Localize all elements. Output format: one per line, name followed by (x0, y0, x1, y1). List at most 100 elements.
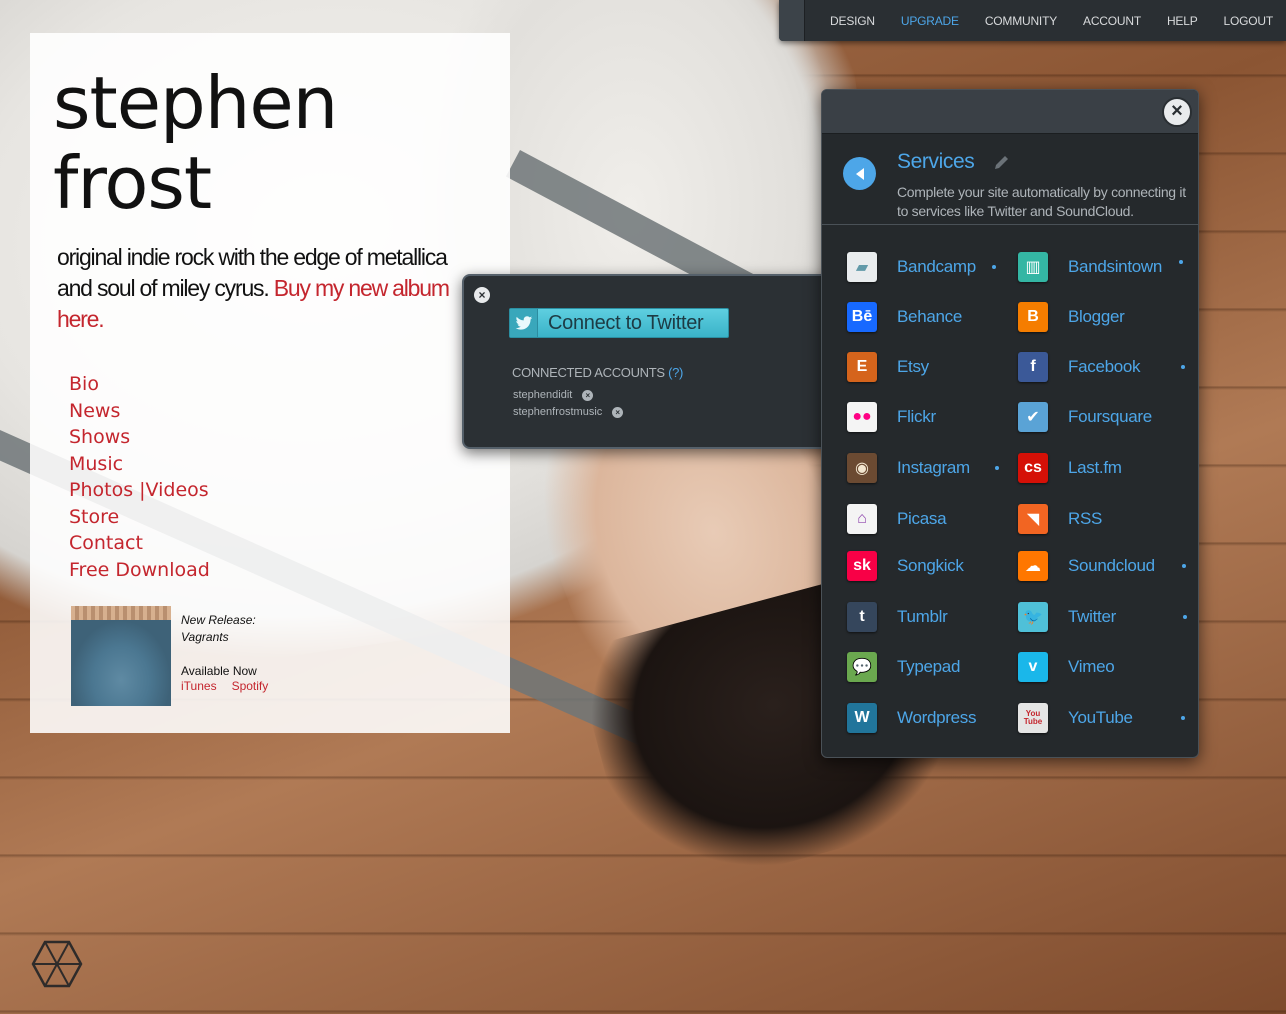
service-flickr[interactable]: ●● Flickr (847, 402, 936, 432)
service-soundcloud[interactable]: ☁ Soundcloud (1018, 551, 1155, 581)
artist-name: stephen frost (53, 61, 338, 225)
service-tumblr[interactable]: t Tumblr (847, 602, 948, 632)
blogger-icon: B (1018, 302, 1048, 332)
connected-indicator (1182, 564, 1186, 568)
service-bandcamp[interactable]: ▰ Bandcamp (847, 252, 976, 282)
site-nav-music[interactable]: Music (69, 451, 210, 478)
nav-upgrade[interactable]: UPGRADE (901, 14, 959, 28)
services-panel-header[interactable] (822, 90, 1198, 134)
service-wordpress[interactable]: W Wordpress (847, 703, 976, 733)
service-bandsintown[interactable]: ▥ Bandsintown (1018, 252, 1162, 282)
service-name: Bandsintown (1068, 257, 1163, 276)
connected-indicator (1181, 365, 1185, 369)
new-release-label: New Release: (181, 613, 256, 627)
service-etsy[interactable]: E Etsy (847, 352, 929, 382)
twitter-connect-popup: × Connect to Twitter CONNECTED ACCOUNTS … (462, 274, 834, 449)
tumblr-icon: t (847, 602, 877, 632)
artist-tagline: original indie rock with the edge of met… (57, 242, 467, 335)
twitter-icon: 🐦 (1018, 602, 1048, 632)
bandcamp-icon: ▰ (847, 252, 877, 282)
service-typepad[interactable]: 💬 Typepad (847, 652, 960, 682)
site-nav-bio[interactable]: Bio (69, 371, 210, 398)
site-nav-store[interactable]: Store (69, 504, 210, 531)
service-name: Twitter (1068, 607, 1116, 626)
connected-indicator (1183, 615, 1187, 619)
service-blogger[interactable]: B Blogger (1018, 302, 1125, 332)
nav-account[interactable]: ACCOUNT (1083, 14, 1141, 28)
service-rss[interactable]: ◥ RSS (1018, 504, 1102, 534)
connected-indicator (995, 466, 999, 470)
instagram-icon: ◉ (847, 453, 877, 483)
lastfm-icon: cs (1018, 453, 1048, 483)
etsy-icon: E (847, 352, 877, 382)
service-vimeo[interactable]: v Vimeo (1018, 652, 1115, 682)
close-popup-icon[interactable]: × (474, 287, 490, 303)
service-name: Wordpress (897, 708, 977, 727)
behance-icon: Bē (847, 302, 877, 332)
connected-indicator (992, 265, 996, 269)
site-nav-contact[interactable]: Contact (69, 530, 210, 557)
connected-account: stephendidit × (513, 389, 594, 401)
edit-pencil-icon[interactable] (992, 154, 1010, 172)
service-behance[interactable]: Bē Behance (847, 302, 962, 332)
nav-handle[interactable] (779, 0, 806, 41)
service-name: Songkick (897, 556, 964, 575)
nav-help[interactable]: HELP (1167, 14, 1198, 28)
service-lastfm[interactable]: cs Last.fm (1018, 453, 1122, 483)
service-name: Tumblr (897, 607, 948, 626)
itunes-link[interactable]: iTunes (181, 679, 217, 693)
service-name: Blogger (1068, 307, 1125, 326)
foursquare-icon: ✔ (1018, 402, 1048, 432)
service-name: Behance (897, 307, 963, 326)
service-name: RSS (1068, 509, 1103, 528)
site-nav-news[interactable]: News (69, 398, 210, 425)
nav-logout[interactable]: LOGOUT (1224, 14, 1274, 28)
album-title: Vagrants (181, 630, 229, 644)
service-name: Bandcamp (897, 257, 976, 276)
service-foursquare[interactable]: ✔ Foursquare (1018, 402, 1152, 432)
service-name: Last.fm (1068, 458, 1122, 477)
artist-name-line2: frost (53, 141, 212, 225)
album-cover[interactable] (71, 606, 171, 706)
service-name: Typepad (897, 657, 961, 676)
service-songkick[interactable]: sk Songkick (847, 551, 964, 581)
service-twitter[interactable]: 🐦 Twitter (1018, 602, 1116, 632)
divider (822, 224, 1198, 225)
back-arrow-icon[interactable] (843, 157, 876, 190)
release-info: New Release: Vagrants Available Now iTun… (181, 612, 268, 693)
nav-design[interactable]: DESIGN (830, 14, 875, 28)
spotify-link[interactable]: Spotify (232, 679, 269, 693)
service-name: Soundcloud (1068, 556, 1155, 575)
twitter-bird-icon (510, 309, 538, 337)
site-nav-free-download[interactable]: Free Download (69, 557, 210, 584)
close-icon[interactable]: × (1162, 97, 1192, 127)
service-name: Picasa (897, 509, 947, 528)
typepad-icon: 💬 (847, 652, 877, 682)
top-nav-menu: DESIGN UPGRADE COMMUNITY ACCOUNT HELP LOGOUT (817, 14, 1286, 28)
hexagon-logo-icon[interactable] (31, 940, 83, 988)
nav-community[interactable]: COMMUNITY (985, 14, 1057, 28)
site-nav-shows[interactable]: Shows (69, 424, 210, 451)
services-title: Services (897, 150, 975, 173)
service-instagram[interactable]: ◉ Instagram (847, 453, 970, 483)
site-nav-photos-videos[interactable]: Photos |Videos (69, 477, 210, 504)
service-name: Vimeo (1068, 657, 1115, 676)
service-facebook[interactable]: f Facebook (1018, 352, 1141, 382)
service-picasa[interactable]: ⌂ Picasa (847, 504, 947, 534)
service-name: Foursquare (1068, 407, 1152, 426)
help-link[interactable]: (?) (668, 365, 683, 380)
connected-indicator (1179, 260, 1183, 264)
remove-account-icon[interactable]: × (582, 389, 594, 401)
service-youtube[interactable]: You Tube YouTube (1018, 703, 1133, 733)
services-description: Complete your site automatically by conn… (897, 184, 1186, 219)
connected-account: stephenfrostmusic × (513, 406, 624, 418)
connect-twitter-button[interactable]: Connect to Twitter (509, 308, 729, 338)
rss-icon: ◥ (1018, 504, 1048, 534)
songkick-icon: sk (847, 551, 877, 581)
service-name: YouTube (1068, 708, 1133, 727)
flickr-icon: ●● (847, 402, 877, 432)
picasa-icon: ⌂ (847, 504, 877, 534)
artist-name-line1: stephen (53, 61, 338, 145)
remove-account-icon[interactable]: × (612, 406, 624, 418)
service-name: Instagram (897, 458, 970, 477)
